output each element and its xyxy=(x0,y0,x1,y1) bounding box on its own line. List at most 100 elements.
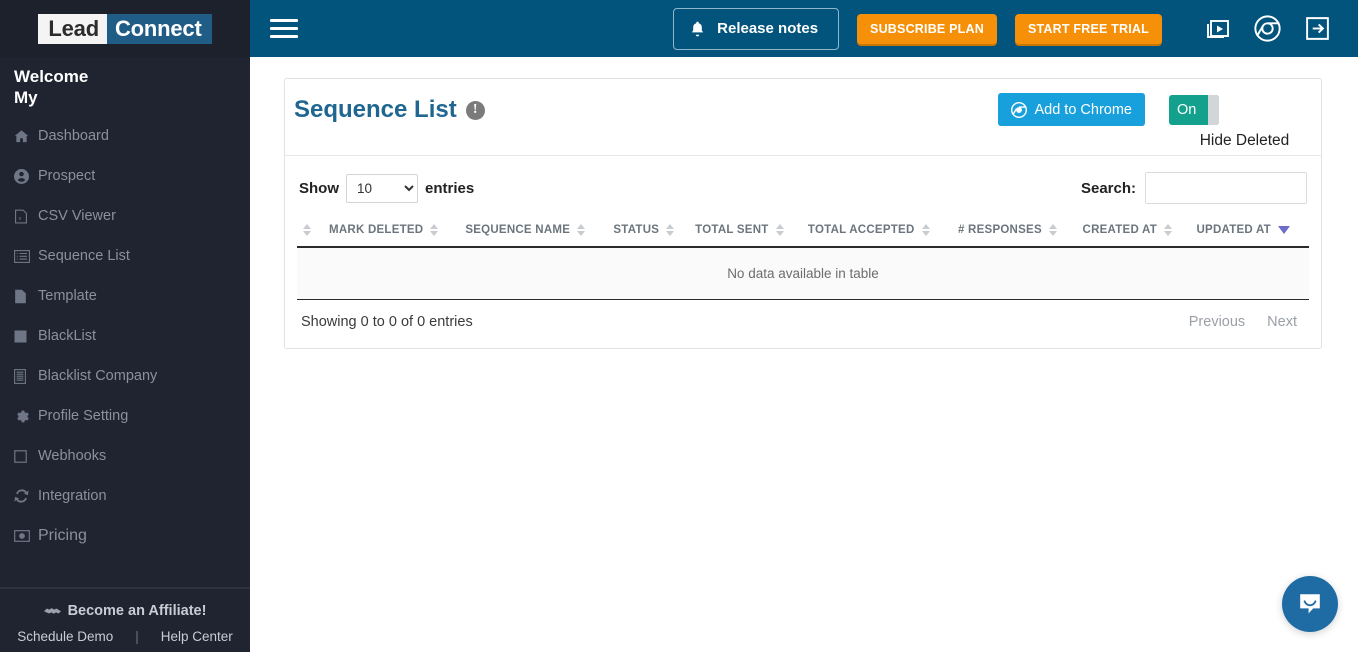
sidebar-item-profile-setting[interactable]: Profile Setting xyxy=(0,396,250,436)
sidebar-footer: Become an Affiliate! Schedule Demo | Hel… xyxy=(0,587,250,652)
sort-icon xyxy=(921,224,930,236)
sidebar-item-prospect[interactable]: Prospect xyxy=(0,156,250,196)
add-to-chrome-button[interactable]: Add to Chrome xyxy=(998,93,1145,126)
hide-deleted-control: On Hide Deleted xyxy=(1169,93,1309,152)
table-empty-row: No data available in table xyxy=(297,247,1309,300)
column-header-updated-at[interactable]: UPDATED AT xyxy=(1190,216,1309,248)
show-label: Show xyxy=(299,179,339,197)
sidebar-item-integration[interactable]: Integration xyxy=(0,476,250,516)
info-exclamation-icon[interactable]: ! xyxy=(465,100,485,120)
column-header-mark-deleted[interactable]: MARK DELETED xyxy=(323,216,460,248)
sidebar-item-label: Blacklist Company xyxy=(38,368,158,385)
brand-logo[interactable]: Lead Connect xyxy=(0,0,250,57)
list-icon xyxy=(14,250,38,263)
sequence-table: MARK DELETED SEQUENCE NAME STATUS TOTAL … xyxy=(297,216,1309,300)
hamburger-icon[interactable] xyxy=(270,17,298,41)
entries-length-control: Show 10 25 50 100 entries xyxy=(299,173,474,203)
column-label: MARK DELETED xyxy=(329,224,424,236)
release-notes-button[interactable]: Release notes xyxy=(673,7,840,50)
svg-text:x: x xyxy=(18,216,21,222)
card-body: Show 10 25 50 100 entries Search: xyxy=(285,156,1321,348)
home-icon xyxy=(14,129,38,144)
logo-text-lead: Lead xyxy=(38,13,107,44)
sidebar-item-label: Webhooks xyxy=(38,448,107,465)
sidebar-item-label: Dashboard xyxy=(38,128,109,145)
sidebar-item-label: Integration xyxy=(38,488,107,505)
handshake-icon xyxy=(43,605,61,617)
column-label: # RESPONSES xyxy=(957,224,1042,236)
start-free-trial-button[interactable]: START FREE TRIAL xyxy=(1014,13,1162,44)
column-header-total-accepted[interactable]: TOTAL ACCEPTED xyxy=(801,216,952,248)
sidebar-item-pricing[interactable]: Pricing xyxy=(0,516,250,556)
column-header-sequence-name[interactable]: SEQUENCE NAME xyxy=(459,216,608,248)
sidebar-menu: Dashboard Prospect x CSV Viewer Sequence… xyxy=(0,112,250,587)
column-header-total-sent[interactable]: TOTAL SENT xyxy=(689,216,802,248)
app-root: Lead Connect Welcome My Dashboard Prospe… xyxy=(0,0,1358,652)
release-notes-label: Release notes xyxy=(717,20,819,37)
subscribe-plan-button[interactable]: SUBSCRIBE PLAN xyxy=(857,13,997,44)
previous-page-button[interactable]: Previous xyxy=(1189,314,1245,330)
entries-select[interactable]: 10 25 50 100 xyxy=(346,173,418,203)
logo-text-connect: Connect xyxy=(106,13,212,44)
sidebar-item-webhooks[interactable]: Webhooks xyxy=(0,436,250,476)
sort-icon xyxy=(430,224,439,236)
sequence-list-card: Sequence List ! Add to Chrome On Hide De… xyxy=(284,78,1322,349)
sidebar-item-label: Profile Setting xyxy=(38,408,129,425)
datatable-controls: Show 10 25 50 100 entries Search: xyxy=(297,168,1309,216)
column-header-blank[interactable] xyxy=(297,216,323,248)
square-icon xyxy=(14,330,38,343)
help-center-link[interactable]: Help Center xyxy=(153,629,241,644)
column-label: SEQUENCE NAME xyxy=(465,224,571,236)
square-outline-icon xyxy=(14,450,38,463)
search-control: Search: xyxy=(1081,172,1307,204)
table-header-row: MARK DELETED SEQUENCE NAME STATUS TOTAL … xyxy=(297,216,1309,248)
sidebar-item-csv-viewer[interactable]: x CSV Viewer xyxy=(0,196,250,236)
chrome-icon xyxy=(1011,101,1028,118)
column-label: TOTAL SENT xyxy=(695,224,769,236)
column-header-status[interactable]: STATUS xyxy=(607,216,690,248)
schedule-demo-link[interactable]: Schedule Demo xyxy=(9,629,121,644)
welcome-message: Welcome My xyxy=(0,57,250,112)
sidebar-item-label: BlackList xyxy=(38,328,97,345)
video-library-icon[interactable] xyxy=(1204,17,1230,41)
toggle-state-label: On xyxy=(1177,102,1197,118)
empty-message: No data available in table xyxy=(297,247,1309,300)
sidebar-item-dashboard[interactable]: Dashboard xyxy=(0,116,250,156)
sidebar-item-blacklist[interactable]: BlackList xyxy=(0,316,250,356)
toggle-knob xyxy=(1208,95,1219,125)
sidebar-item-template[interactable]: Template xyxy=(0,276,250,316)
sidebar-item-blacklist-company[interactable]: Blacklist Company xyxy=(0,356,250,396)
sort-icon xyxy=(577,224,586,236)
logout-icon[interactable] xyxy=(1305,16,1330,41)
chrome-icon[interactable] xyxy=(1254,15,1281,42)
chat-bubble-icon xyxy=(1296,590,1324,618)
welcome-line-1: Welcome xyxy=(14,67,89,86)
intercom-launcher-button[interactable] xyxy=(1282,576,1338,632)
hide-deleted-toggle[interactable]: On xyxy=(1169,95,1219,125)
bell-icon xyxy=(690,21,705,37)
column-label: STATUS xyxy=(613,224,660,236)
sidebar-item-label: Pricing xyxy=(38,527,87,545)
entries-info: Showing 0 to 0 of 0 entries xyxy=(301,314,473,330)
column-label: UPDATED AT xyxy=(1196,224,1271,236)
next-page-button[interactable]: Next xyxy=(1267,314,1297,330)
sort-icon-active-desc xyxy=(1277,226,1290,234)
become-affiliate-link[interactable]: Become an Affiliate! xyxy=(0,599,250,629)
card-header-actions: Add to Chrome On Hide Deleted xyxy=(998,93,1309,152)
become-affiliate-label: Become an Affiliate! xyxy=(67,603,207,619)
table-body: No data available in table xyxy=(297,247,1309,300)
header-icon-group xyxy=(1204,15,1330,42)
welcome-line-2: My xyxy=(14,87,38,107)
sort-icon xyxy=(666,224,675,236)
sidebar-item-sequence-list[interactable]: Sequence List xyxy=(0,236,250,276)
column-label: TOTAL ACCEPTED xyxy=(807,224,915,236)
column-header-responses[interactable]: # RESPONSES xyxy=(951,216,1077,248)
search-label: Search: xyxy=(1080,179,1136,197)
sort-icon xyxy=(303,224,311,236)
column-header-created-at[interactable]: CREATED AT xyxy=(1076,216,1191,248)
search-input[interactable] xyxy=(1145,172,1307,204)
sidebar-item-label: Prospect xyxy=(38,168,96,185)
sidebar: Lead Connect Welcome My Dashboard Prospe… xyxy=(0,0,250,652)
links-separator: | xyxy=(135,629,139,644)
table-head: MARK DELETED SEQUENCE NAME STATUS TOTAL … xyxy=(297,216,1309,248)
